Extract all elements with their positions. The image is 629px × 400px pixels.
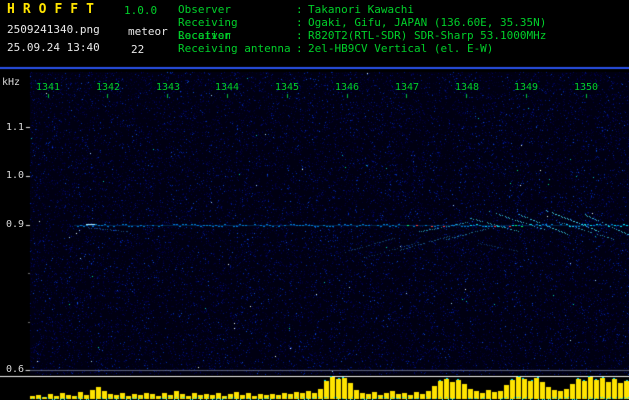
freq-tick-label: 0.6 <box>6 364 25 375</box>
spectrogram-canvas <box>0 0 629 400</box>
mode-label: meteor <box>128 25 168 38</box>
info-colon: : <box>296 29 303 42</box>
freq-tick-label: 1.1 <box>6 122 25 133</box>
freq-axis-unit: kHz <box>2 77 21 88</box>
info-colon: : <box>296 16 303 29</box>
time-tick-label: 1348 <box>454 82 480 93</box>
app-title: HROFFT <box>7 2 102 17</box>
freq-tick-label: 0.9 <box>6 219 25 230</box>
info-row-antenna: Receiving antenna : 2el-HB9CV Vertical (… <box>178 42 546 55</box>
datetime-label: 25.09.24 13:40 <box>7 41 100 54</box>
time-tick-label: 1341 <box>35 82 61 93</box>
info-row-location: Receiving Location : Ogaki, Gifu, JAPAN … <box>178 16 547 42</box>
info-value: Takanori Kawachi <box>308 3 414 16</box>
time-tick-label: 1349 <box>513 82 539 93</box>
echo-count-label: 22 <box>131 43 145 56</box>
info-colon: : <box>296 42 303 55</box>
station-info: Observer : Takanori Kawachi Receiving Lo… <box>178 3 546 55</box>
version-label: 1.0.0 <box>124 4 158 17</box>
time-tick-label: 1344 <box>214 82 240 93</box>
filename-label: 2509241340.png <box>7 23 100 36</box>
info-label: Receiving Location <box>178 16 238 42</box>
hrofft-output-window: HROFFT 1.0.0 2509241340.png meteor 25.09… <box>0 0 629 400</box>
freq-tick-label: 1.0 <box>6 170 25 181</box>
info-value: R820T2(RTL-SDR) SDR-Sharp 53.1000MHz <box>308 29 547 42</box>
time-tick-label: 1346 <box>334 82 360 93</box>
info-label: Receiving antenna <box>178 42 291 55</box>
info-label: Receiver <box>178 29 231 42</box>
info-value: Ogaki, Gifu, JAPAN (136.60E, 35.35N) <box>308 16 547 29</box>
info-row-observer: Observer : Takanori Kawachi <box>178 3 546 16</box>
time-tick-label: 1343 <box>155 82 181 93</box>
time-tick-label: 1342 <box>95 82 121 93</box>
time-tick-label: 1345 <box>274 82 300 93</box>
time-tick-label: 1347 <box>394 82 420 93</box>
info-colon: : <box>296 3 303 16</box>
info-value: 2el-HB9CV Vertical (el. E-W) <box>308 42 494 55</box>
time-tick-label: 1350 <box>573 82 599 93</box>
info-label: Observer <box>178 3 231 16</box>
info-row-receiver: Receiver : R820T2(RTL-SDR) SDR-Sharp 53.… <box>178 29 546 42</box>
